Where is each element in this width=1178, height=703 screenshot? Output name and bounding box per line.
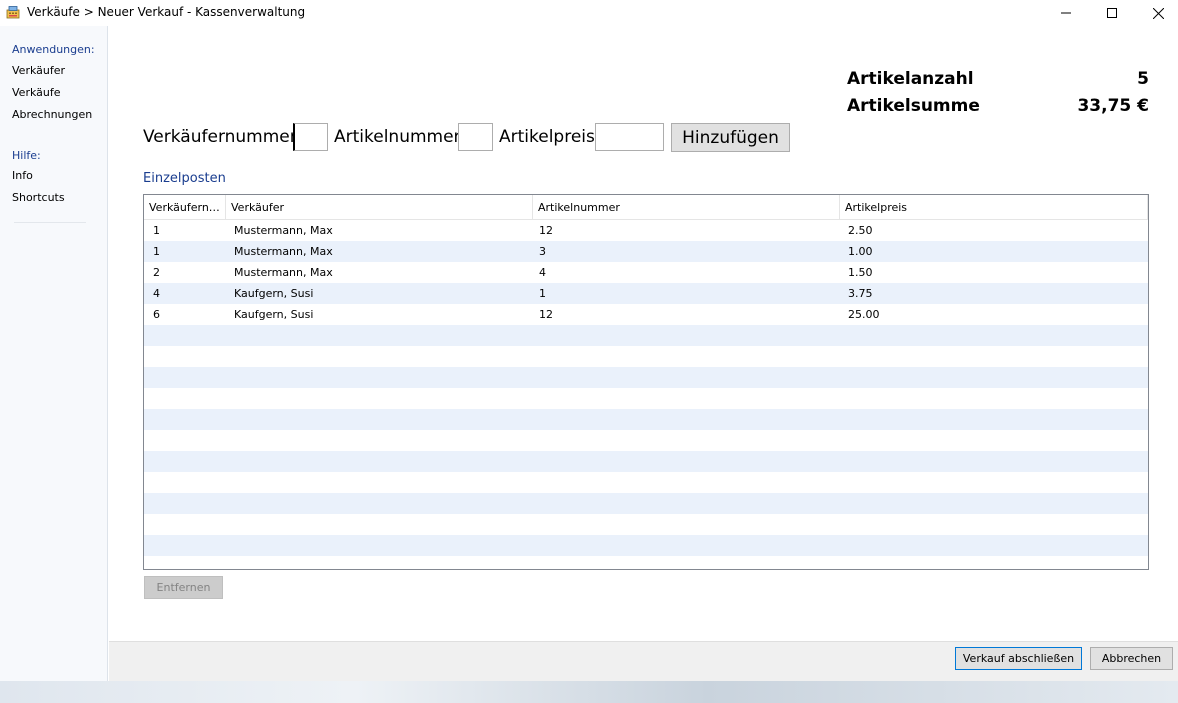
- table-cell: 1: [153, 245, 160, 258]
- article-price-label: Artikelpreis:: [499, 127, 601, 147]
- article-number-input[interactable]: [458, 123, 493, 151]
- table-row-empty[interactable]: [144, 514, 1148, 535]
- table-cell: 12: [539, 224, 553, 237]
- minimize-button[interactable]: [1043, 0, 1089, 26]
- table-row-empty[interactable]: [144, 472, 1148, 493]
- table-cell: Kaufgern, Susi: [234, 287, 314, 300]
- sidebar: Anwendungen: Verkäufer Verkäufe Abrechnu…: [0, 26, 108, 681]
- table-row-empty[interactable]: [144, 367, 1148, 388]
- seller-number-input[interactable]: [293, 123, 328, 151]
- table-row-empty[interactable]: [144, 346, 1148, 367]
- table-row[interactable]: 1 Mustermann, Max 12 2.50: [144, 220, 1148, 241]
- table-row[interactable]: 6 Kaufgern, Susi 12 25.00: [144, 304, 1148, 325]
- finish-sale-button[interactable]: Verkauf abschließen: [955, 647, 1082, 670]
- close-button[interactable]: [1135, 0, 1178, 26]
- maximize-icon: [1107, 8, 1117, 18]
- maximize-button[interactable]: [1089, 0, 1135, 26]
- table-cell: Mustermann, Max: [234, 224, 333, 237]
- column-header-article-number[interactable]: Artikelnummer: [533, 195, 840, 220]
- column-header-seller[interactable]: Verkäufer: [226, 195, 533, 220]
- table-cell: Kaufgern, Susi: [234, 308, 314, 321]
- sidebar-heading-anwendungen: Anwendungen:: [12, 43, 95, 56]
- table-cell: Mustermann, Max: [234, 266, 333, 279]
- table-row-empty[interactable]: [144, 535, 1148, 556]
- sidebar-item-abrechnungen[interactable]: Abrechnungen: [12, 108, 92, 121]
- items-section-title: Einzelposten: [143, 171, 226, 186]
- table-row-empty[interactable]: [144, 451, 1148, 472]
- table-cell: 6: [153, 308, 160, 321]
- article-count-value: 5: [1137, 69, 1149, 89]
- table-cell: 12: [539, 308, 553, 321]
- cancel-button[interactable]: Abbrechen: [1090, 647, 1173, 670]
- close-icon: [1152, 7, 1164, 19]
- table-cell: 2.50: [848, 224, 873, 237]
- sidebar-item-shortcuts[interactable]: Shortcuts: [12, 191, 65, 204]
- cash-register-icon: [6, 6, 20, 19]
- table-cell: 1: [153, 224, 160, 237]
- table-cell: 3: [539, 245, 546, 258]
- column-header-article-price[interactable]: Artikelpreis: [840, 195, 1148, 220]
- remove-button[interactable]: Entfernen: [144, 576, 223, 599]
- table-row-empty[interactable]: [144, 409, 1148, 430]
- column-header-seller-number[interactable]: Verkäufernu...: [144, 195, 226, 220]
- desktop-background: [0, 681, 1178, 703]
- sidebar-heading-hilfe: Hilfe:: [12, 149, 41, 162]
- table-row[interactable]: 1 Mustermann, Max 3 1.00: [144, 241, 1148, 262]
- table-cell: 3.75: [848, 287, 873, 300]
- article-number-label: Artikelnummer:: [334, 127, 466, 147]
- article-count-label: Artikelanzahl: [847, 69, 974, 89]
- table-cell: 1: [539, 287, 546, 300]
- table-cell: 2: [153, 266, 160, 279]
- sidebar-divider: [14, 222, 86, 223]
- sidebar-item-verkaeufe[interactable]: Verkäufe: [12, 86, 61, 99]
- table-row[interactable]: 4 Kaufgern, Susi 1 3.75: [144, 283, 1148, 304]
- table-row-empty[interactable]: [144, 493, 1148, 514]
- table-header: Verkäufernu... Verkäufer Artikelnummer A…: [144, 195, 1148, 220]
- table-row-empty[interactable]: [144, 388, 1148, 409]
- table-cell: 4: [539, 266, 546, 279]
- article-price-input[interactable]: [595, 123, 664, 151]
- table-cell: 25.00: [848, 308, 880, 321]
- article-sum-label: Artikelsumme: [847, 96, 980, 116]
- title-bar: Verkäufe > Neuer Verkauf - Kassenverwalt…: [0, 0, 1178, 26]
- seller-number-label: Verkäufernummer:: [143, 127, 303, 147]
- table-cell: Mustermann, Max: [234, 245, 333, 258]
- article-sum-value: 33,75 €: [1077, 96, 1149, 116]
- add-button[interactable]: Hinzufügen: [671, 123, 790, 152]
- minimize-icon: [1061, 12, 1071, 14]
- table-cell: 4: [153, 287, 160, 300]
- items-table[interactable]: Verkäufernu... Verkäufer Artikelnummer A…: [143, 194, 1149, 570]
- sidebar-item-verkaeufer[interactable]: Verkäufer: [12, 64, 65, 77]
- table-row-empty[interactable]: [144, 325, 1148, 346]
- table-cell: 1.50: [848, 266, 873, 279]
- table-cell: 1.00: [848, 245, 873, 258]
- sidebar-item-info[interactable]: Info: [12, 169, 33, 182]
- table-row-empty[interactable]: [144, 430, 1148, 451]
- table-row[interactable]: 2 Mustermann, Max 4 1.50: [144, 262, 1148, 283]
- window-title: Verkäufe > Neuer Verkauf - Kassenverwalt…: [27, 5, 306, 19]
